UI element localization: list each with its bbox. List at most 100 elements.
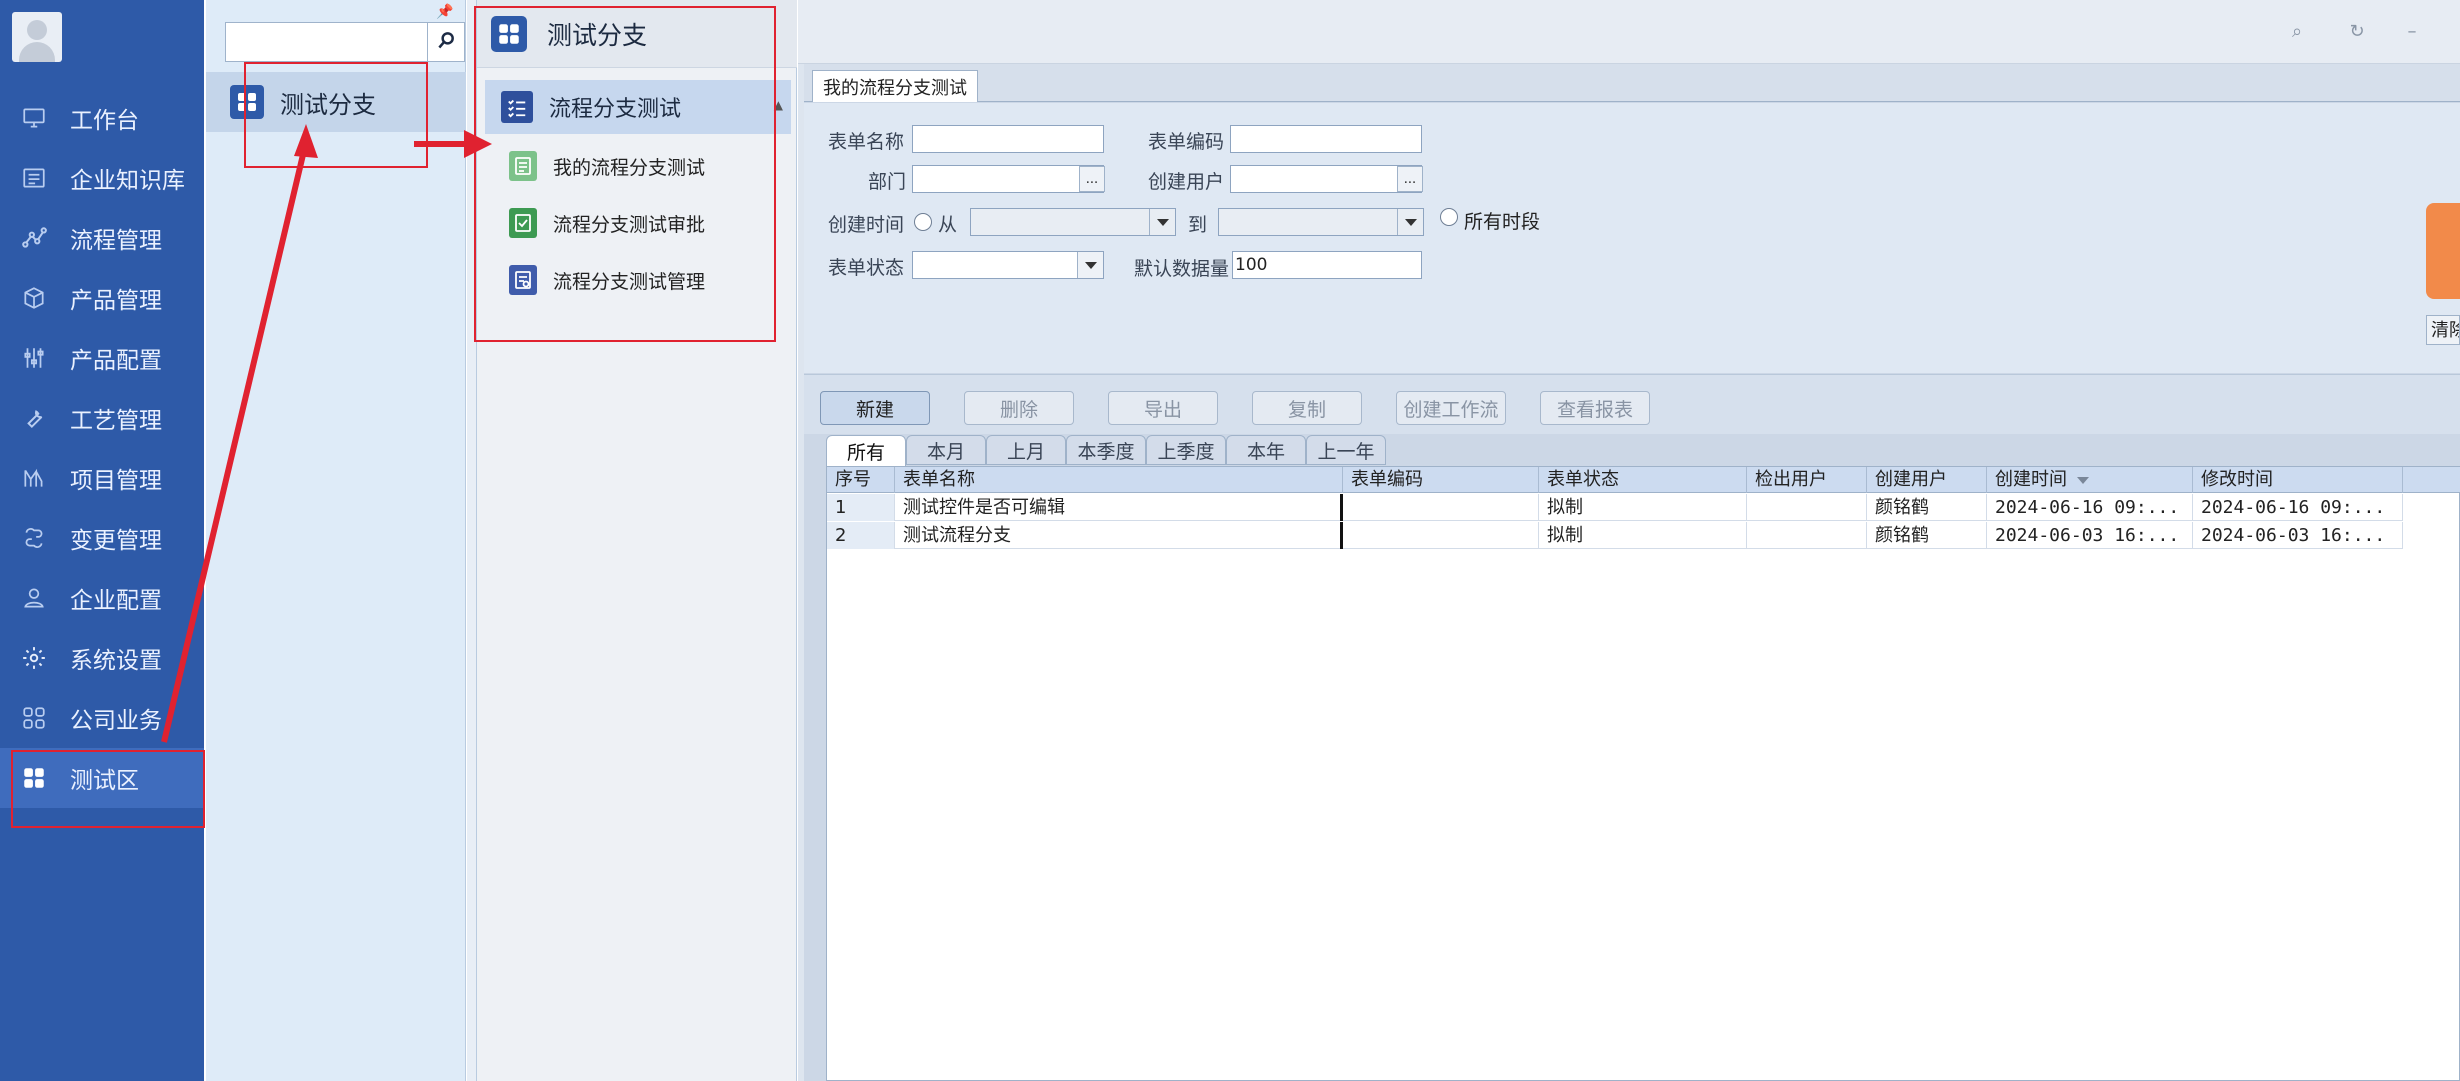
filter-panel: 表单名称 表单编码 部门 ... 创建用户 ... 创建时间 从 到 所有时段 … — [804, 103, 2460, 373]
all-periods-label: 所有时段 — [1464, 211, 1541, 233]
cell-form-name: 测试流程分支 — [895, 522, 1343, 549]
cell-modified-time: 2024-06-03 16:... — [2193, 522, 2403, 549]
nav-item-label: 企业知识库 — [70, 168, 185, 194]
department-label: 部门 — [868, 171, 907, 193]
cell-form-status: 拟制 — [1539, 522, 1747, 549]
cell-form-code — [1343, 522, 1539, 549]
nav-item-label: 流程管理 — [70, 228, 162, 254]
minimize-icon[interactable]: – — [2399, 18, 2425, 44]
nav-item-change-management[interactable]: 变更管理 — [0, 508, 204, 568]
create-workflow-button[interactable]: 创建工作流 — [1396, 391, 1506, 425]
cell-index: 1 — [827, 494, 895, 521]
document-list-icon — [19, 163, 49, 193]
department-input[interactable] — [912, 165, 1104, 193]
from-label: 从 — [938, 214, 958, 236]
nav-item-label: 产品管理 — [70, 288, 162, 314]
creator-label: 创建用户 — [1148, 171, 1225, 193]
tab-strip: 我的流程分支测试 — [804, 64, 2460, 102]
col-index[interactable]: 序号 — [827, 467, 895, 493]
wrench-icon — [19, 403, 49, 433]
tab-last-month[interactable]: 上月 — [986, 435, 1066, 465]
cell-created-time: 2024-06-16 09:... — [1987, 494, 2193, 521]
to-label: 到 — [1188, 214, 1208, 236]
nav-item-knowledge-base[interactable]: 企业知识库 — [0, 148, 204, 208]
created-time-label: 创建时间 — [828, 214, 905, 236]
sliders-icon — [19, 343, 49, 373]
forms-table: 序号 表单名称 表单编码 表单状态 检出用户 创建用户 创建时间 修改时间 1 … — [826, 466, 2460, 1081]
new-button[interactable]: 新建 — [820, 391, 930, 425]
form-status-dropdown[interactable] — [1077, 252, 1103, 278]
creator-input[interactable] — [1230, 165, 1422, 193]
search-icon[interactable]: ⌕ — [2284, 18, 2310, 44]
cell-creator: 颜铭鹤 — [1867, 522, 1987, 549]
default-count-input[interactable]: 100 — [1232, 251, 1422, 279]
tab-all[interactable]: 所有 — [826, 435, 906, 467]
form-status-label: 表单状态 — [828, 257, 905, 279]
creator-picker-button[interactable]: ... — [1397, 166, 1423, 192]
tab-last-year[interactable]: 上一年 — [1306, 435, 1386, 465]
range-radio[interactable] — [914, 213, 932, 231]
tab-this-year[interactable]: 本年 — [1226, 435, 1306, 465]
cell-form-code — [1343, 494, 1539, 521]
from-date-select[interactable] — [970, 208, 1176, 236]
nav-item-product-config[interactable]: 产品配置 — [0, 328, 204, 388]
tab-this-quarter[interactable]: 本季度 — [1066, 435, 1146, 465]
all-periods-radio[interactable] — [1440, 208, 1458, 226]
table-row[interactable]: 2 测试流程分支 拟制 颜铭鹤 2024-06-03 16:... 2024-0… — [827, 522, 2403, 549]
avatar[interactable] — [12, 12, 62, 62]
delete-button[interactable]: 删除 — [964, 391, 1074, 425]
cell-creator: 颜铭鹤 — [1867, 494, 1987, 521]
refresh-icon[interactable]: ↻ — [2344, 18, 2370, 44]
department-picker-button[interactable]: ... — [1079, 166, 1105, 192]
box-icon — [19, 283, 49, 313]
table-row[interactable]: 1 测试控件是否可编辑 拟制 颜铭鹤 2024-06-16 09:... 202… — [827, 494, 2403, 521]
nav-item-craft-management[interactable]: 工艺管理 — [0, 388, 204, 448]
tab-this-month[interactable]: 本月 — [906, 435, 986, 465]
to-date-select[interactable] — [1218, 208, 1424, 236]
nav-item-system-settings[interactable]: 系统设置 — [0, 628, 204, 688]
col-modified-time[interactable]: 修改时间 — [2193, 467, 2403, 493]
tab-last-quarter[interactable]: 上季度 — [1146, 435, 1226, 465]
export-button[interactable]: 导出 — [1108, 391, 1218, 425]
search-icon — [436, 30, 456, 54]
search-submit-button[interactable] — [2426, 203, 2460, 299]
content-area: 我的流程分支测试 表单名称 表单编码 部门 ... 创建用户 ... 创建时间 … — [804, 64, 2460, 1081]
form-status-select[interactable] — [912, 251, 1104, 279]
cell-form-name: 测试控件是否可编辑 — [895, 494, 1343, 521]
person-icon — [19, 583, 49, 613]
gear-icon — [19, 643, 49, 673]
col-created-time[interactable]: 创建时间 — [1987, 467, 2193, 493]
nav-item-label: 工艺管理 — [70, 408, 162, 434]
form-name-label: 表单名称 — [828, 131, 905, 153]
view-report-button[interactable]: 查看报表 — [1540, 391, 1650, 425]
tab-my-branch-test[interactable]: 我的流程分支测试 — [812, 70, 978, 102]
form-name-input[interactable] — [912, 125, 1104, 153]
col-checkout-user[interactable]: 检出用户 — [1747, 467, 1867, 493]
search-input[interactable] — [225, 22, 427, 62]
col-form-status[interactable]: 表单状态 — [1539, 467, 1747, 493]
cell-form-status: 拟制 — [1539, 494, 1747, 521]
main-panel: ⌕ ↻ – 我的流程分支测试 表单名称 表单编码 部门 ... 创建用户 ...… — [798, 0, 2460, 1081]
col-creator[interactable]: 创建用户 — [1867, 467, 1987, 493]
nav-item-enterprise-config[interactable]: 企业配置 — [0, 568, 204, 628]
clear-button[interactable]: 清除 — [2426, 315, 2460, 345]
copy-button[interactable]: 复制 — [1252, 391, 1362, 425]
nav-item-company-business[interactable]: 公司业务 — [0, 688, 204, 748]
nav-item-workbench[interactable]: 工作台 — [0, 88, 204, 148]
nav-item-product-management[interactable]: 产品管理 — [0, 268, 204, 328]
nav-item-process-management[interactable]: 流程管理 — [0, 208, 204, 268]
col-form-code[interactable]: 表单编码 — [1343, 467, 1539, 493]
window-titlebar: ⌕ ↻ – — [798, 0, 2460, 64]
nav-item-label: 企业配置 — [70, 588, 162, 614]
pin-icon[interactable]: 📌 — [436, 4, 453, 20]
nav-item-label: 系统设置 — [70, 648, 162, 674]
cell-checkout-user — [1747, 522, 1867, 549]
nav-item-project-management[interactable]: 项目管理 — [0, 448, 204, 508]
from-date-dropdown[interactable] — [1149, 209, 1175, 235]
col-form-name[interactable]: 表单名称 — [895, 467, 1343, 493]
annotation-box-module-panel — [474, 6, 776, 342]
to-date-dropdown[interactable] — [1397, 209, 1423, 235]
form-code-input[interactable] — [1230, 125, 1422, 153]
search-button[interactable] — [427, 22, 465, 62]
table-header: 序号 表单名称 表单编码 表单状态 检出用户 创建用户 创建时间 修改时间 — [827, 467, 2460, 493]
